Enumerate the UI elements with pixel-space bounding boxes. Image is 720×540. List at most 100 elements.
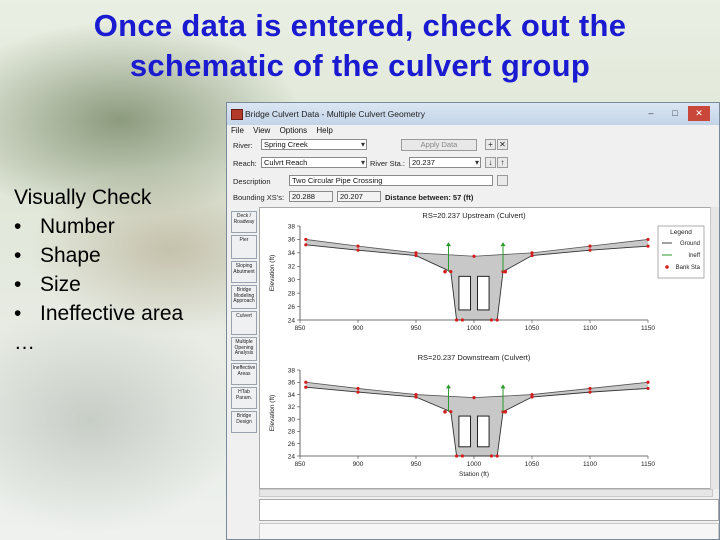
deck-point — [646, 380, 650, 384]
title-line-2: schematic of the culvert group — [129, 48, 591, 83]
add-button[interactable]: + — [485, 139, 496, 150]
y-tick-label: 36 — [288, 380, 296, 387]
bullet-dot: • — [14, 215, 22, 238]
ineff-triangle — [500, 384, 506, 389]
legend-title: Legend — [670, 229, 692, 236]
deck-point — [588, 386, 592, 391]
bank-station-point — [503, 409, 508, 414]
x-tick-label: 1100 — [583, 325, 597, 332]
ground-point — [646, 244, 650, 248]
bank-station-point — [443, 269, 447, 274]
tool-bridge-design[interactable]: Bridge Design — [231, 411, 257, 433]
up-arrow-button[interactable]: ↑ — [497, 157, 508, 168]
bullet-ellipsis: … — [14, 331, 35, 354]
tool-sloping-abutment[interactable]: Sloping Abutment — [231, 261, 257, 283]
y-tick-label: 30 — [288, 416, 296, 423]
tool-culvert[interactable]: Culvert — [231, 311, 257, 335]
vertical-scrollbar[interactable] — [710, 207, 719, 489]
menu-bar: File View Options Help — [227, 125, 719, 137]
deck-fill-area — [305, 239, 648, 320]
bullet-list: Visually Check • Number • Shape • Size • Ine… — [14, 183, 224, 357]
bullet-item: • Shape — [14, 241, 224, 270]
status-panel — [259, 499, 719, 521]
menu-file[interactable]: File — [231, 126, 244, 135]
y-tick-label: 36 — [288, 237, 296, 244]
description-expand-button[interactable] — [497, 175, 508, 186]
ground-point — [646, 386, 650, 391]
bullet-heading: Visually Check — [14, 186, 152, 209]
ground-point — [304, 385, 308, 389]
legend-bank-label: Bank Sta — [676, 265, 701, 271]
horizontal-scrollbar[interactable] — [259, 489, 713, 497]
ineff-triangle — [500, 242, 506, 247]
bank-station-point — [503, 269, 508, 274]
culvert-schematic-chart: RS=20.237 Upstream (Culvert) Elevation (f… — [269, 211, 705, 478]
down-arrow-button[interactable]: ↓ — [485, 157, 496, 168]
x-tick-label: 850 — [295, 461, 306, 468]
deck-point — [304, 380, 308, 384]
x-tick-label: 950 — [411, 325, 422, 332]
tool-htab-param[interactable]: HTab Param. — [231, 387, 257, 409]
legend-bank-swatch — [665, 265, 669, 269]
maximize-button[interactable]: □ — [664, 106, 686, 121]
ground-point — [460, 318, 464, 322]
x-tick-label: 1000 — [467, 461, 482, 468]
bullet-dot: • — [14, 302, 22, 325]
menu-options[interactable]: Options — [280, 126, 308, 135]
bank-station-point — [443, 409, 447, 414]
tool-bridge-modeling[interactable]: Bridge Modeling Approach — [231, 285, 257, 309]
x-axis-label: Station (ft) — [459, 471, 489, 478]
y-tick-label: 24 — [288, 453, 296, 460]
y-tick-label: 24 — [288, 317, 296, 324]
culvert-barrel — [476, 415, 490, 448]
window-title: Bridge Culvert Data - Multiple Culvert G… — [245, 109, 425, 119]
description-input[interactable]: Two Circular Pipe Crossing — [289, 175, 493, 186]
slide-title: Once data is entered, check out the sche… — [0, 6, 720, 86]
y-tick-label: 28 — [288, 290, 296, 297]
ground-point — [495, 454, 499, 458]
deck-point — [414, 392, 418, 397]
deck-point — [414, 251, 418, 255]
delete-button[interactable]: ✕ — [497, 139, 508, 150]
x-tick-label: 1150 — [641, 325, 655, 332]
ground-point — [495, 318, 499, 322]
bounding-xs-label: Bounding XS's: — [233, 193, 285, 202]
culvert-barrel — [476, 275, 490, 311]
menu-view[interactable]: View — [253, 126, 270, 135]
reach-select[interactable]: Culvrt Reach — [261, 157, 367, 168]
tool-deck-roadway[interactable]: Deck / Roadway — [231, 211, 257, 233]
deck-point — [472, 396, 476, 400]
river-sta-select[interactable]: 20.237 — [409, 157, 481, 168]
deck-point — [472, 254, 476, 258]
bridge-app-icon — [231, 109, 243, 120]
y-tick-label: 30 — [288, 277, 296, 284]
chart-title: RS=20.237 Downstream (Culvert) — [418, 353, 531, 362]
apply-data-button[interactable]: Apply Data — [401, 139, 477, 151]
river-select[interactable]: Spring Creek — [261, 139, 367, 150]
y-tick-label: 32 — [288, 404, 296, 411]
tool-pier[interactable]: Pier — [231, 235, 257, 259]
reach-label: Reach: — [233, 159, 257, 168]
deck-point — [646, 237, 650, 242]
ground-point — [489, 318, 493, 322]
tool-multiple-opening[interactable]: Multiple Opening Analysis — [231, 337, 257, 361]
title-line-1: Once data is entered, check out the — [93, 8, 627, 43]
deck-point — [588, 244, 592, 248]
tool-ineffective-areas[interactable]: Ineffective Areas — [231, 363, 257, 385]
bullet-text: Ineffective area — [40, 302, 184, 325]
bounding-xs-right: 20.207 — [337, 191, 381, 202]
menu-help[interactable]: Help — [316, 126, 332, 135]
y-tick-label: 34 — [288, 250, 296, 257]
window-titlebar[interactable]: Bridge Culvert Data - Multiple Culvert G… — [227, 103, 719, 125]
deck-point — [530, 392, 534, 397]
x-tick-label: 950 — [411, 461, 422, 468]
close-button[interactable]: ✕ — [688, 106, 710, 121]
status-bar — [259, 523, 719, 539]
deck-point — [356, 244, 360, 248]
minimize-button[interactable]: – — [640, 106, 662, 121]
ground-point — [356, 390, 360, 394]
culvert-barrel — [458, 415, 472, 448]
bullet-dot: • — [14, 244, 22, 267]
bullet-text: Number — [40, 215, 115, 238]
ground-point — [449, 410, 453, 414]
